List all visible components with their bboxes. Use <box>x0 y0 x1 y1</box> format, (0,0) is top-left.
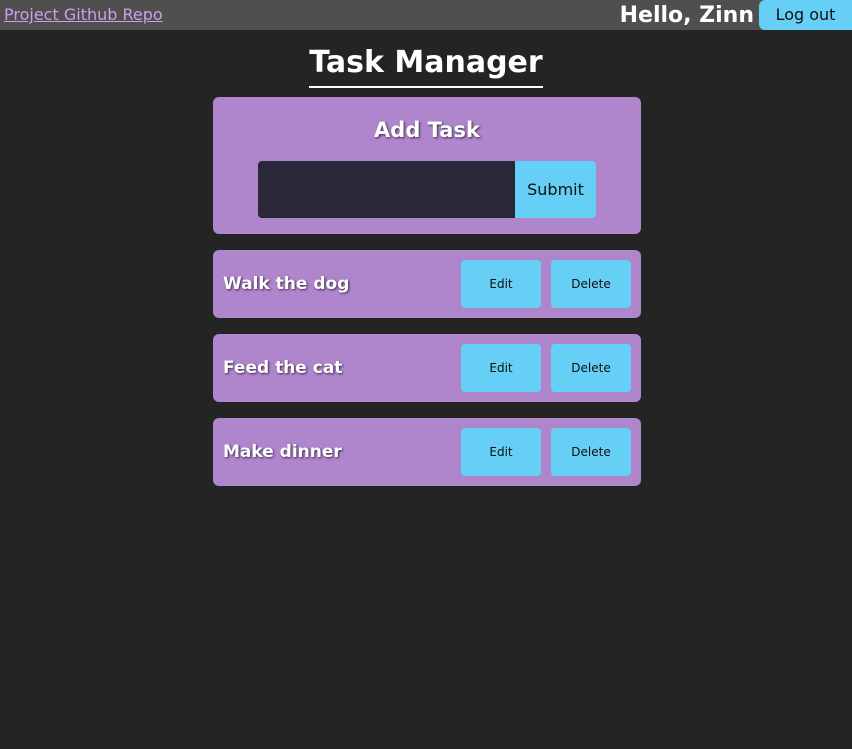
edit-task-button[interactable]: Edit <box>461 344 541 392</box>
delete-task-button[interactable]: Delete <box>551 428 631 476</box>
edit-task-button[interactable]: Edit <box>461 260 541 308</box>
logout-button[interactable]: Log out <box>759 0 852 30</box>
add-task-card: Add Task Submit <box>213 97 641 234</box>
task-label: Walk the dog <box>223 274 350 294</box>
task-label: Feed the cat <box>223 358 343 378</box>
task-item: Walk the dog Edit Delete <box>213 250 641 318</box>
add-task-title: Add Task <box>374 118 480 142</box>
top-bar: Project Github Repo Hello, Zinn Log out <box>0 0 852 30</box>
edit-task-button[interactable]: Edit <box>461 428 541 476</box>
user-greeting: Hello, Zinn <box>619 3 754 28</box>
task-item: Make dinner Edit Delete <box>213 418 641 486</box>
delete-task-button[interactable]: Delete <box>551 260 631 308</box>
task-label: Make dinner <box>223 442 342 462</box>
delete-task-button[interactable]: Delete <box>551 344 631 392</box>
page-title-text: Task Manager <box>309 44 543 88</box>
new-task-input[interactable] <box>258 161 515 218</box>
page-title: Task Manager <box>0 42 852 88</box>
task-item: Feed the cat Edit Delete <box>213 334 641 402</box>
project-github-repo-link[interactable]: Project Github Repo <box>4 5 163 25</box>
submit-task-button[interactable]: Submit <box>515 161 596 218</box>
